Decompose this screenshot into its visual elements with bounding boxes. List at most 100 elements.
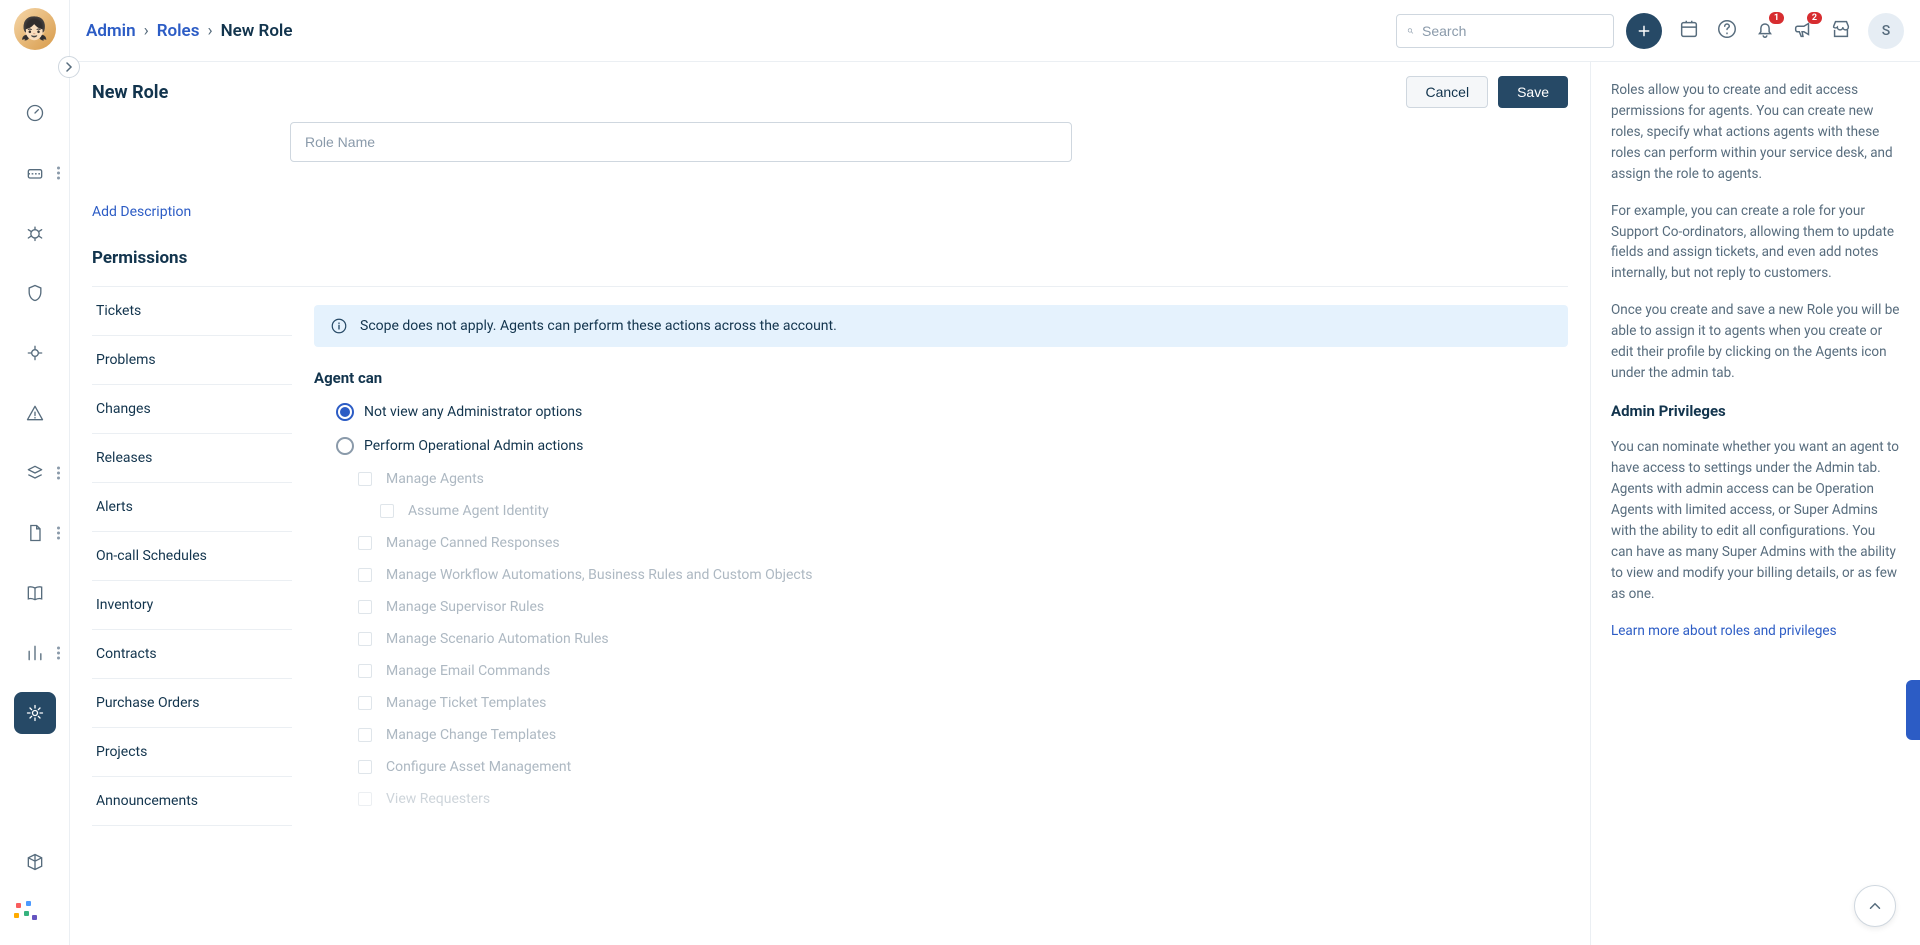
- perm-tab-problems[interactable]: Problems: [92, 336, 292, 385]
- search-field[interactable]: [1422, 23, 1603, 39]
- perm-tab-inventory[interactable]: Inventory: [92, 581, 292, 630]
- checkbox-label: Manage Supervisor Rules: [386, 599, 544, 615]
- chevron-right-icon: [64, 62, 74, 72]
- help-text: For example, you can create a role for y…: [1611, 201, 1900, 285]
- calendar-button[interactable]: [1678, 18, 1700, 44]
- perm-tab-contracts[interactable]: Contracts: [92, 630, 292, 679]
- nav-knowledge[interactable]: [14, 572, 56, 614]
- checkbox-label: Manage Agents: [386, 471, 484, 487]
- search-input[interactable]: [1396, 14, 1614, 48]
- nav-problems[interactable]: [14, 212, 56, 254]
- help-button[interactable]: [1716, 18, 1738, 44]
- ticket-icon: [25, 163, 45, 183]
- warning-icon: [25, 403, 45, 423]
- nav-dashboard[interactable]: [14, 92, 56, 134]
- perm-tab-alerts[interactable]: Alerts: [92, 483, 292, 532]
- check-view-requesters[interactable]: View Requesters: [358, 791, 1568, 807]
- help-heading: Admin Privileges: [1611, 400, 1900, 423]
- nav-tickets[interactable]: [14, 152, 56, 194]
- save-button[interactable]: Save: [1498, 76, 1568, 108]
- checkbox-icon: [358, 600, 372, 614]
- checkbox-label: Manage Ticket Templates: [386, 695, 546, 711]
- breadcrumb-admin[interactable]: Admin: [86, 21, 136, 41]
- cancel-button[interactable]: Cancel: [1406, 76, 1488, 108]
- scope-banner: Scope does not apply. Agents can perform…: [314, 305, 1568, 347]
- nav-admin[interactable]: [14, 692, 56, 734]
- nav-solutions[interactable]: [14, 512, 56, 554]
- radio-perform[interactable]: Perform Operational Admin actions: [336, 437, 1568, 455]
- perm-tab-po[interactable]: Purchase Orders: [92, 679, 292, 728]
- check-configure-asset[interactable]: Configure Asset Management: [358, 759, 1568, 775]
- learn-more-link[interactable]: Learn more about roles and privileges: [1611, 623, 1837, 639]
- radio-label: Not view any Administrator options: [364, 404, 582, 420]
- profile-avatar[interactable]: S: [1868, 13, 1904, 49]
- agent-can-heading: Agent can: [314, 369, 1568, 387]
- checkbox-icon: [358, 760, 372, 774]
- check-manage-change-tpl[interactable]: Manage Change Templates: [358, 727, 1568, 743]
- spark-icon: [25, 343, 45, 363]
- check-manage-ticket-tpl[interactable]: Manage Ticket Templates: [358, 695, 1568, 711]
- expand-rail-button[interactable]: [58, 56, 80, 78]
- marketplace-button[interactable]: [1830, 18, 1852, 44]
- add-description-link[interactable]: Add Description: [92, 204, 191, 220]
- breadcrumb-roles[interactable]: Roles: [157, 21, 200, 41]
- breadcrumb: Admin › Roles › New Role: [86, 21, 293, 41]
- permissions-content: Scope does not apply. Agents can perform…: [292, 287, 1568, 847]
- page-header: New Role Cancel Save: [70, 62, 1590, 122]
- checkbox-icon: [358, 792, 372, 806]
- scope-text: Scope does not apply. Agents can perform…: [360, 318, 837, 334]
- nav-reports[interactable]: [14, 632, 56, 674]
- checkbox-icon: [358, 632, 372, 646]
- help-text: Roles allow you to create and edit acces…: [1611, 80, 1900, 185]
- app-switcher[interactable]: [14, 901, 38, 925]
- plus-icon: [1636, 23, 1652, 39]
- check-manage-agents[interactable]: Manage Agents: [358, 471, 1568, 487]
- check-manage-canned[interactable]: Manage Canned Responses: [358, 535, 1568, 551]
- check-manage-workflow[interactable]: Manage Workflow Automations, Business Ru…: [358, 567, 1568, 583]
- permissions-sidebar: Tickets Problems Changes Releases Alerts…: [92, 287, 292, 847]
- radio-not-view[interactable]: Not view any Administrator options: [336, 403, 1568, 421]
- cube-icon: [25, 852, 45, 872]
- check-manage-email[interactable]: Manage Email Commands: [358, 663, 1568, 679]
- chevron-right-icon: ›: [144, 21, 149, 41]
- nav-alerts[interactable]: [14, 392, 56, 434]
- topbar: Admin › Roles › New Role 1 2 S: [70, 0, 1920, 62]
- nav-cube[interactable]: [14, 841, 56, 883]
- perm-tab-projects[interactable]: Projects: [92, 728, 292, 777]
- perm-tab-tickets[interactable]: Tickets: [92, 287, 292, 336]
- checkbox-label: Manage Canned Responses: [386, 535, 560, 551]
- nav-assets[interactable]: [14, 452, 56, 494]
- perm-tab-announcements[interactable]: Announcements: [92, 777, 292, 826]
- checkbox-label: View Requesters: [386, 791, 490, 807]
- product-avatar[interactable]: 👧🏻: [14, 8, 56, 50]
- add-button[interactable]: [1626, 13, 1662, 49]
- scroll-top-button[interactable]: [1854, 885, 1896, 927]
- radio-label: Perform Operational Admin actions: [364, 438, 583, 454]
- check-manage-supervisor[interactable]: Manage Supervisor Rules: [358, 599, 1568, 615]
- nav-releases[interactable]: [14, 332, 56, 374]
- radio-icon: [336, 403, 354, 421]
- shield-icon: [25, 283, 45, 303]
- checkbox-icon: [380, 504, 394, 518]
- help-text: Once you create and save a new Role you …: [1611, 300, 1900, 384]
- check-assume-identity[interactable]: Assume Agent Identity: [380, 503, 1568, 519]
- role-name-input[interactable]: [290, 122, 1072, 162]
- help-icon: [1716, 18, 1738, 40]
- notifications-button[interactable]: 1: [1754, 18, 1776, 44]
- perm-tab-releases[interactable]: Releases: [92, 434, 292, 483]
- checkbox-icon: [358, 472, 372, 486]
- perm-tab-changes[interactable]: Changes: [92, 385, 292, 434]
- checkbox-label: Assume Agent Identity: [408, 503, 549, 519]
- radio-icon: [336, 437, 354, 455]
- feedback-tab[interactable]: [1906, 680, 1920, 740]
- bell-badge: 1: [1769, 12, 1784, 24]
- nav-changes[interactable]: [14, 272, 56, 314]
- checkbox-icon: [358, 728, 372, 742]
- page-title: New Role: [92, 82, 168, 103]
- announcements-button[interactable]: 2: [1792, 18, 1814, 44]
- help-panel: Roles allow you to create and edit acces…: [1590, 62, 1920, 945]
- check-manage-scenario[interactable]: Manage Scenario Automation Rules: [358, 631, 1568, 647]
- gear-icon: [25, 703, 45, 723]
- chevron-right-icon: ›: [207, 21, 212, 41]
- perm-tab-oncall[interactable]: On-call Schedules: [92, 532, 292, 581]
